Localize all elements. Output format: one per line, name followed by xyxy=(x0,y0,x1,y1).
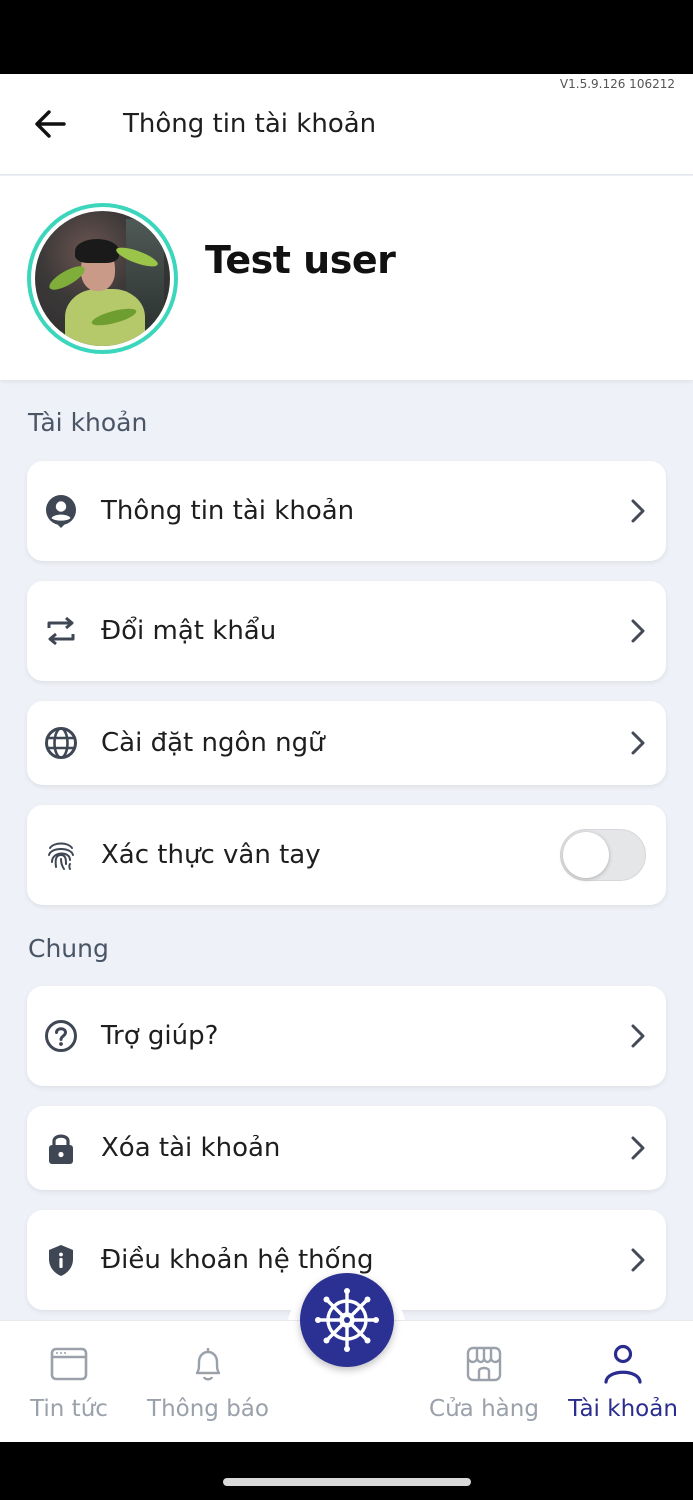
back-button[interactable] xyxy=(28,102,72,146)
chevron-right-icon xyxy=(626,1020,650,1052)
menu-item-label: Cài đặt ngôn ngữ xyxy=(101,728,325,758)
globe-icon xyxy=(43,725,79,761)
fingerprint-icon xyxy=(43,837,79,873)
storefront-icon xyxy=(462,1342,506,1386)
menu-item-language-settings[interactable]: Cài đặt ngôn ngữ xyxy=(27,701,666,785)
help-circle-icon xyxy=(43,1018,79,1054)
bottom-navigation: Tin tức Thông báo Cửa hàng Tài khoản xyxy=(0,1273,693,1442)
fingerprint-toggle[interactable] xyxy=(560,829,646,881)
nav-tab-label: Thông báo xyxy=(147,1396,269,1422)
page-title: Thông tin tài khoản xyxy=(123,109,377,139)
avatar[interactable] xyxy=(27,203,178,354)
account-circle-icon xyxy=(43,493,79,529)
menu-item-change-password[interactable]: Đổi mật khẩu xyxy=(27,581,666,681)
top-app-bar: V1.5.9.126 106212 Thông tin tài khoản xyxy=(0,74,693,175)
nav-tab-store[interactable]: Cửa hàng xyxy=(415,1342,553,1422)
avatar-photo xyxy=(35,211,170,346)
nav-tab-notifications[interactable]: Thông báo xyxy=(139,1342,277,1422)
chevron-right-icon xyxy=(626,495,650,527)
menu-item-delete-account[interactable]: Xóa tài khoản xyxy=(27,1106,666,1190)
chevron-right-icon xyxy=(626,1244,650,1276)
person-icon xyxy=(601,1342,645,1386)
menu-item-label: Xác thực vân tay xyxy=(101,840,321,870)
ship-wheel-icon xyxy=(315,1288,379,1352)
nav-tab-account[interactable]: Tài khoản xyxy=(554,1342,692,1422)
section-label-general: Chung xyxy=(28,934,109,963)
nav-tab-label: Tin tức xyxy=(30,1396,108,1422)
chevron-right-icon xyxy=(626,727,650,759)
menu-item-label: Thông tin tài khoản xyxy=(101,496,355,526)
lock-icon xyxy=(43,1130,79,1166)
menu-item-label: Đổi mật khẩu xyxy=(101,616,277,646)
menu-item-fingerprint-auth: Xác thực vân tay xyxy=(27,805,666,905)
menu-item-label: Xóa tài khoản xyxy=(101,1133,281,1163)
status-bar xyxy=(0,0,693,74)
account-screen: V1.5.9.126 106212 Thông tin tài khoản Te… xyxy=(0,74,693,1442)
menu-item-help[interactable]: Trợ giúp? xyxy=(27,986,666,1086)
toggle-knob xyxy=(563,832,609,878)
menu-item-label: Trợ giúp? xyxy=(101,1021,219,1051)
center-action-button[interactable] xyxy=(300,1273,394,1367)
home-indicator[interactable] xyxy=(223,1478,471,1486)
user-name: Test user xyxy=(205,238,396,282)
arrow-left-icon xyxy=(35,110,66,138)
profile-card: Test user xyxy=(0,176,693,380)
nav-tab-label: Cửa hàng xyxy=(429,1396,539,1422)
nav-tab-label: Tài khoản xyxy=(568,1396,678,1422)
chevron-right-icon xyxy=(626,615,650,647)
chevron-right-icon xyxy=(626,1132,650,1164)
swap-arrows-icon xyxy=(43,613,79,649)
shield-info-icon xyxy=(43,1242,79,1278)
menu-item-account-info[interactable]: Thông tin tài khoản xyxy=(27,461,666,561)
app-version: V1.5.9.126 106212 xyxy=(559,77,675,91)
bell-icon xyxy=(186,1342,230,1386)
section-label-account: Tài khoản xyxy=(28,408,148,437)
nav-tab-news[interactable]: Tin tức xyxy=(0,1342,138,1422)
browser-window-icon xyxy=(47,1342,91,1386)
system-navigation-bar xyxy=(0,1442,693,1500)
menu-item-label: Điều khoản hệ thống xyxy=(101,1245,374,1275)
